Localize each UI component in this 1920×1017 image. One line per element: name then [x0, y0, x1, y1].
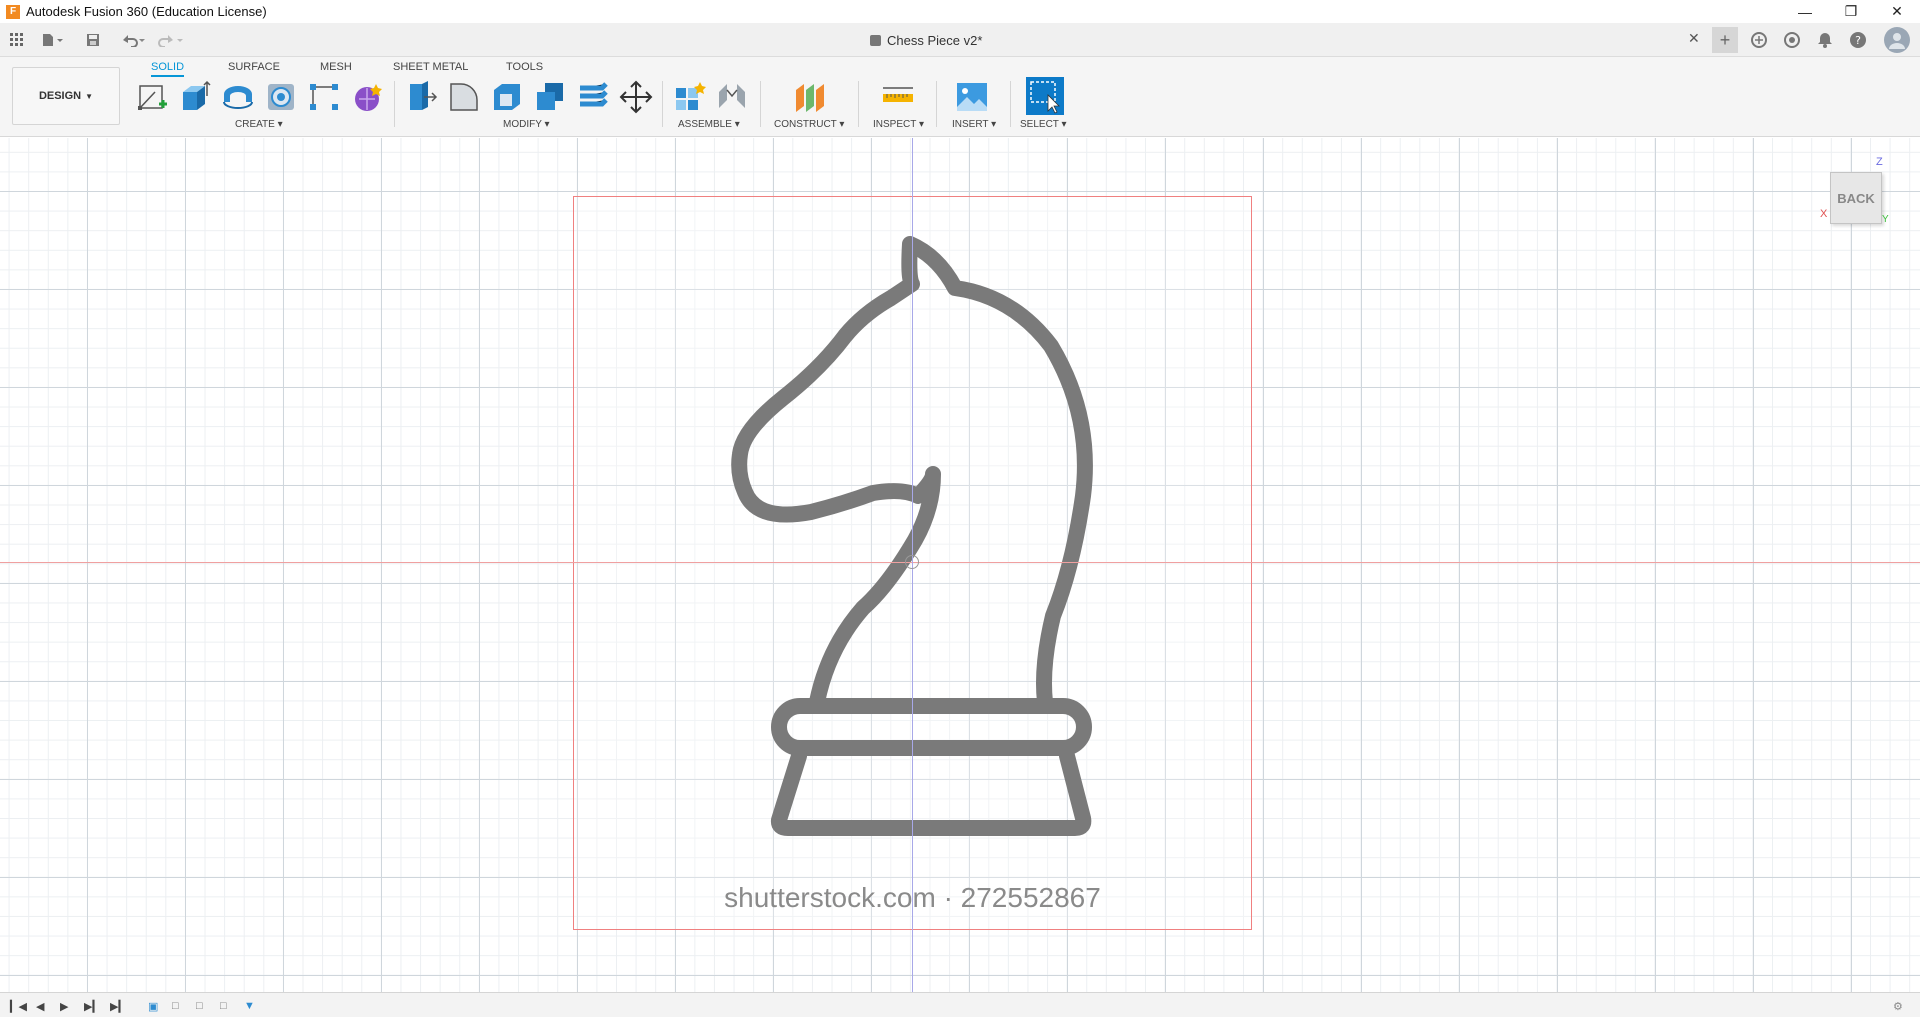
last-step-icon[interactable]: ▶▎ [110, 1000, 127, 1013]
chevron-down-icon: ▼ [85, 91, 94, 101]
toolbar-ribbon: DESIGN ▼ SOLID SURFACE MESH SHEET METAL … [0, 57, 1920, 137]
select-label: SELECT [1020, 119, 1059, 130]
fusion-app-icon: F [6, 4, 20, 19]
measure-icon[interactable] [881, 80, 915, 114]
svg-text:?: ? [1855, 34, 1861, 47]
modify-label: MODIFY [503, 119, 542, 130]
view-cube[interactable]: Z BACK X Y [1820, 156, 1890, 236]
feature-icon[interactable]: □ [196, 1000, 203, 1012]
workspace-label: DESIGN [38, 90, 82, 102]
separator [936, 81, 937, 127]
minimize-icon[interactable]: — [1782, 0, 1828, 23]
combine-icon[interactable] [533, 80, 567, 114]
document-title: Chess Piece v2* [887, 32, 983, 48]
create-form-icon[interactable] [350, 80, 384, 114]
file-icon[interactable] [38, 29, 68, 51]
grid-menu-icon[interactable] [8, 29, 26, 51]
viewcube-x-axis-label: X [1820, 208, 1828, 220]
offset-face-icon[interactable] [576, 80, 610, 114]
construct-label: CONSTRUCT [774, 119, 837, 130]
x-axis-line [0, 562, 1920, 563]
insert-label: INSERT [952, 119, 989, 130]
offset-plane-icon[interactable] [792, 80, 826, 114]
close-icon[interactable]: ✕ [1874, 0, 1920, 23]
title-bar: F Autodesk Fusion 360 (Education License… [0, 0, 1920, 23]
workspace-switcher[interactable]: DESIGN ▼ [12, 67, 120, 125]
undo-icon[interactable] [118, 29, 148, 51]
document-cube-icon [870, 34, 881, 46]
inspect-group-label[interactable]: INSPECT ▾ [873, 119, 924, 130]
separator [858, 81, 859, 127]
notifications-icon[interactable] [1814, 29, 1836, 51]
insert-group-label[interactable]: INSERT ▾ [952, 119, 996, 130]
tab-sheet-metal[interactable]: SHEET METAL [393, 59, 468, 77]
settings-icon[interactable]: ⚙ [1893, 1000, 1903, 1013]
close-tab-icon[interactable]: ✕ [1688, 30, 1700, 47]
insert-canvas-icon[interactable] [955, 80, 989, 114]
shell-icon[interactable] [490, 80, 524, 114]
press-pull-icon[interactable] [404, 80, 438, 114]
new-tab-icon[interactable]: + [1712, 27, 1738, 53]
canvas-marker-icon[interactable]: ▼ [244, 1000, 255, 1012]
tab-solid[interactable]: SOLID [151, 59, 185, 77]
first-step-icon[interactable]: ▎◀ [10, 1000, 27, 1013]
save-icon[interactable] [84, 29, 102, 51]
restore-icon[interactable]: ❐ [1828, 0, 1874, 23]
help-icon[interactable]: ? [1847, 29, 1869, 51]
viewcube-y-axis-label: Y [1882, 214, 1889, 225]
tab-mesh[interactable]: MESH [320, 59, 352, 77]
create-group-label[interactable]: CREATE ▾ [235, 119, 283, 130]
timeline-bar: ▎◀ ◀ ▶ ▶▎ ▶▎ ▣ □ □ □ ▼ ⚙ [0, 992, 1920, 1017]
sweep-icon[interactable] [264, 80, 298, 114]
sketch-feature-icon[interactable]: ▣ [148, 1000, 158, 1013]
fillet-icon[interactable] [447, 80, 481, 114]
construct-group-label[interactable]: CONSTRUCT ▾ [774, 119, 844, 130]
design-viewport[interactable]: shutterstock.com · 272552867 Z BACK X Y [0, 138, 1920, 992]
origin-point-icon[interactable] [905, 555, 919, 569]
separator [662, 81, 663, 127]
tab-surface[interactable]: SURFACE [228, 59, 280, 77]
loft-icon[interactable] [307, 80, 341, 114]
play-icon[interactable]: ▶ [60, 1000, 68, 1013]
joint-icon[interactable] [715, 80, 749, 114]
move-copy-icon[interactable] [619, 80, 653, 114]
profile-avatar-icon[interactable] [1884, 27, 1910, 53]
window-controls: — ❐ ✕ [1782, 0, 1920, 23]
job-status-icon[interactable] [1781, 29, 1803, 51]
assemble-group-label[interactable]: ASSEMBLE ▾ [678, 119, 740, 130]
inspect-label: INSPECT [873, 119, 917, 130]
create-label: CREATE [235, 119, 275, 130]
viewcube-back-face[interactable]: BACK [1830, 172, 1882, 224]
separator [1010, 81, 1011, 127]
feature-icon-2[interactable]: □ [220, 1000, 227, 1012]
select-group-label[interactable]: SELECT ▾ [1020, 119, 1067, 130]
prev-step-icon[interactable]: ◀ [36, 1000, 44, 1013]
revolve-icon[interactable] [221, 80, 255, 114]
extensions-icon[interactable] [1748, 29, 1770, 51]
modify-group-label[interactable]: MODIFY ▾ [503, 119, 550, 130]
document-tab[interactable]: Chess Piece v2* [870, 27, 982, 53]
assemble-label: ASSEMBLE [678, 119, 732, 130]
extrude-icon[interactable] [178, 80, 212, 114]
canvas-feature-icon[interactable]: □ [172, 1000, 179, 1012]
separator [394, 81, 395, 127]
viewcube-z-axis-label: Z [1876, 156, 1883, 168]
redo-icon[interactable] [156, 29, 186, 51]
create-sketch-icon[interactable] [135, 80, 169, 114]
quick-access-bar: Chess Piece v2* ✕ + ? [0, 23, 1920, 57]
tab-tools[interactable]: TOOLS [506, 59, 543, 77]
next-step-icon[interactable]: ▶▎ [84, 1000, 101, 1013]
viewcube-face-label: BACK [1837, 190, 1875, 206]
window-title: Autodesk Fusion 360 (Education License) [26, 4, 267, 19]
select-icon[interactable] [1026, 77, 1064, 115]
new-component-icon[interactable] [672, 80, 706, 114]
separator [760, 81, 761, 127]
